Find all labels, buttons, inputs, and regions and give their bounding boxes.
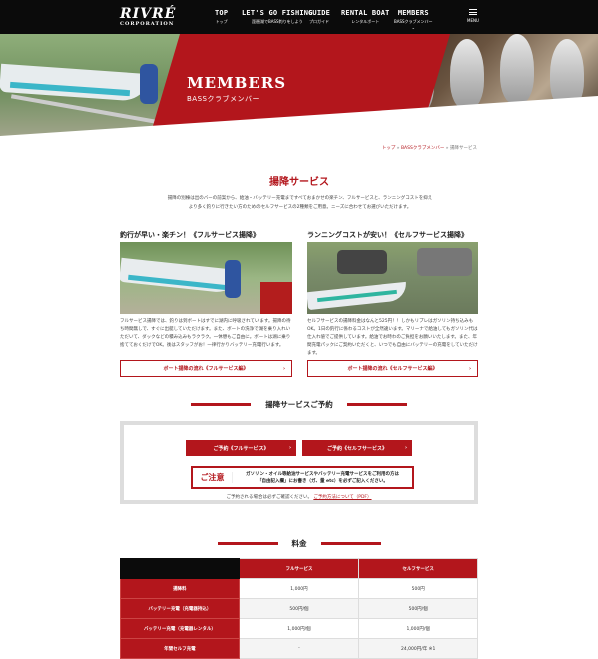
column-header: セルフサービス (358, 558, 478, 579)
table-row: バッテリー充電（充電器持込） 500円/個 500円/個 (120, 598, 478, 619)
trophy-fish (500, 34, 534, 104)
self-service-text: セルフサービスの揚降料金はなんと525円！！しかもリプレはガソリン持ち込みもOK… (307, 319, 478, 356)
title-bar (191, 403, 252, 406)
self-service-flow-button[interactable]: ボート揚降の流れ《セルフサービス編》 › (307, 360, 478, 377)
nav-sub: プロガイド (309, 19, 330, 24)
truck-shape (260, 282, 292, 314)
nav-item-fishing[interactable]: LET'S GO FISHING 琵琶湖でBASS釣りをしよう (242, 9, 313, 25)
table-row: 揚降料 1,000円 500円 (120, 578, 478, 599)
row-header: バッテリー充電（充電器レンタル） (120, 618, 240, 639)
menu-label: MENU (467, 18, 479, 23)
self-service-photo (307, 242, 478, 314)
chevron-right-icon: › (468, 365, 471, 372)
table-cell: 500円/個 (358, 598, 478, 619)
menu-button[interactable]: MENU (467, 9, 479, 23)
column-header: フルサービス (238, 558, 360, 579)
hero-title: MEMBERS (187, 74, 287, 92)
notice-text: ガソリン・オイル等給油サービスやバッテリー充電サービスをご利用の方は 「自由記入… (233, 471, 412, 485)
table-row: 年間セルフ充電 - 24,000円/年 ※1 (120, 638, 478, 659)
table-cell: 500円/個 (238, 598, 360, 619)
table-corner (120, 558, 240, 579)
button-label: ご予約《セルフサービス》 (326, 445, 387, 452)
chevron-down-icon: ⌄ (411, 25, 415, 30)
intro-line: より多く釣りに行きたい方のためのセルフサービスの2種類をご用意。ニーズに合わせて… (188, 205, 412, 210)
note-text: ご予約される場合は必ずご確認ください。 (226, 495, 312, 500)
price-table: フルサービス セルフサービス 揚降料 1,000円 500円 バッテリー充電（充… (120, 558, 478, 659)
table-cell: 500円 (358, 578, 478, 599)
pdf-link[interactable]: ご予約方法について（PDF） (313, 495, 371, 500)
reserve-self-button[interactable]: ご予約《セルフサービス》 › (302, 440, 412, 456)
full-service-flow-button[interactable]: ボート揚降の流れ《フルサービス編》 › (120, 360, 292, 377)
booking-note: ご予約される場合は必ずご確認ください。 ご予約方法について（PDF） (124, 494, 474, 500)
full-service-text: フルサービス揚降では、釣りは到ボートはすでに湖内に呼吸されています。揚降の待ち時… (120, 319, 291, 348)
trophy-fish (450, 39, 484, 109)
logo-sub: CORPORATION (120, 21, 175, 27)
person-shape (225, 260, 241, 298)
nav-item-rental[interactable]: RENTAL BOAT レンタルボート (341, 9, 390, 25)
breadcrumb-home[interactable]: トップ (382, 146, 396, 151)
table-header-row: フルサービス セルフサービス (120, 558, 478, 579)
nav-label: GUIDE (308, 9, 331, 17)
nav-item-guide[interactable]: GUIDE プロガイド (308, 9, 330, 25)
table-cell: 1,000円/個 (238, 618, 360, 639)
breadcrumb-current: 揚降サービス (450, 146, 477, 151)
booking-section-title: 揚降サービスご予約 (0, 399, 598, 410)
site-header: RIVRÉ CORPORATION TOP トップ LET'S GO FISHI… (0, 0, 598, 34)
reserve-full-button[interactable]: ご予約《フルサービス》 › (186, 440, 296, 456)
car-shape (417, 248, 472, 276)
table-cell: 1,000円/個 (358, 618, 478, 639)
button-label: ボート揚降の流れ《セルフサービス編》 (347, 366, 438, 372)
title-bar (346, 403, 407, 406)
chevron-right-icon: › (282, 365, 285, 372)
nav-item-top[interactable]: TOP トップ (215, 9, 228, 25)
intro-text: 揚降の別棟は出のバーの前案から、給油・バッテリー充電まですべておまかせの楽チン、… (150, 194, 450, 212)
price-title: 料金 (291, 539, 307, 548)
row-header: 揚降料 (120, 578, 240, 599)
intro-line: 揚降の別棟は出のバーの前案から、給油・バッテリー充電まですべておまかせの楽チン、… (167, 196, 433, 201)
table-cell: 24,000円/年 ※1 (358, 638, 478, 659)
table-cell: 1,000円 (238, 578, 360, 599)
nav-item-members[interactable]: MEMBERS BASSクラブメンバー ⌄ (394, 9, 433, 30)
table-cell: - (238, 638, 360, 659)
nav-label: TOP (215, 9, 229, 17)
notice-line: 「自由記入欄」にお書き（ガ、量 etc）を必ずご記入ください。 (257, 478, 388, 484)
booking-title: 揚降サービスご予約 (265, 400, 333, 409)
title-bar (217, 542, 278, 545)
notice-box: ご注意 ガソリン・オイル等給油サービスやバッテリー充電サービスをご利用の方は 「… (191, 466, 414, 489)
breadcrumb-parent[interactable]: BASSクラブメンバー (401, 146, 444, 151)
booking-box: ご予約《フルサービス》 › ご予約《セルフサービス》 › ご注意 ガソリン・オイ… (120, 421, 478, 504)
full-service-photo (120, 242, 292, 314)
nav-label: LET'S GO FISHING (242, 9, 313, 17)
breadcrumb-sep: » (396, 146, 400, 151)
self-service-title: ランニングコストが安い！《セルフサービス揚降》 (307, 231, 468, 239)
nav-label: RENTAL BOAT (341, 9, 390, 17)
hero-subtitle: BASSクラブメンバー (187, 95, 260, 103)
breadcrumb-sep: » (445, 146, 449, 151)
nav-sub: トップ (215, 19, 228, 24)
full-service-title: 釣行が早い・楽チン！《フルサービス揚降》 (120, 231, 260, 239)
chevron-right-icon: › (404, 445, 407, 451)
nav-sub: 琵琶湖でBASS釣りをしよう (252, 19, 303, 24)
logo-main: RIVRÉ (120, 6, 177, 22)
button-label: ご予約《フルサービス》 (213, 445, 269, 452)
table-row: バッテリー充電（充電器レンタル） 1,000円/個 1,000円/個 (120, 618, 478, 639)
site-logo[interactable]: RIVRÉ CORPORATION (120, 7, 176, 27)
nav-sub: レンタルボート (351, 19, 380, 24)
button-label: ボート揚降の流れ《フルサービス編》 (163, 366, 249, 372)
notice-line: ガソリン・オイル等給油サービスやバッテリー充電サービスをご利用の方は (246, 471, 399, 477)
hamburger-icon (468, 9, 477, 15)
page-title: 揚降サービス (269, 177, 329, 188)
row-header: バッテリー充電（充電器持込） (120, 598, 240, 619)
breadcrumb: トップ » BASSクラブメンバー » 揚降サービス (300, 145, 477, 151)
nav-label: MEMBERS (397, 9, 429, 17)
title-bar (320, 542, 381, 545)
person-shape (140, 64, 158, 104)
hero-banner: MEMBERS BASSクラブメンバー (0, 34, 598, 136)
price-section-title: 料金 (0, 538, 598, 549)
notice-label: ご注意 (193, 472, 233, 483)
row-header: 年間セルフ充電 (120, 638, 240, 659)
car-shape (337, 250, 387, 274)
chevron-right-icon: › (288, 445, 291, 451)
